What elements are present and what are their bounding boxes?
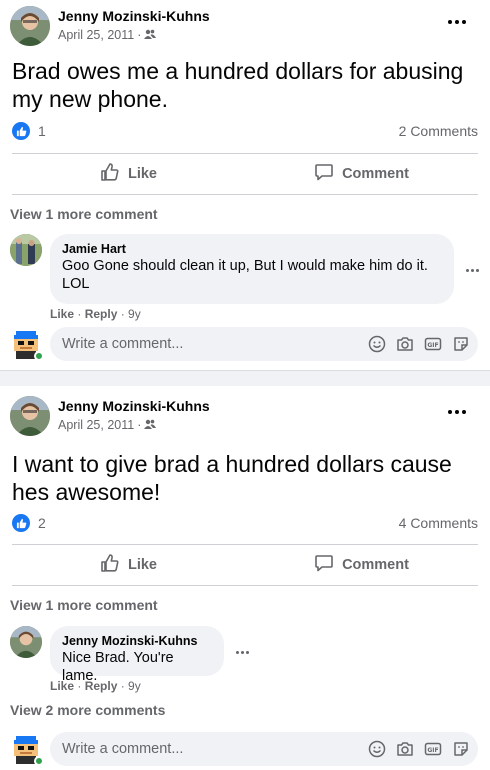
like-button-label: Like <box>127 166 157 182</box>
comments-count-link[interactable]: 2 Comments <box>399 123 478 139</box>
author-avatar[interactable] <box>10 396 50 436</box>
post-1: Jenny Mozinski-Kuhns April 25, 2011 · Br… <box>0 0 490 370</box>
comment-reply-link[interactable]: Reply <box>85 307 118 321</box>
commenter-avatar[interactable] <box>10 626 42 658</box>
post-header: Jenny Mozinski-Kuhns April 25, 2011 · <box>10 396 480 438</box>
write-comment-placeholder: Write a comment... <box>62 741 184 757</box>
post-action-bar: Like Comment <box>12 544 478 586</box>
camera-icon[interactable] <box>394 333 416 355</box>
post-text: I want to give brad a hundred dollars ca… <box>12 451 452 505</box>
post-options-button[interactable] <box>442 12 472 32</box>
like-reaction-icon[interactable] <box>12 514 30 532</box>
like-count[interactable]: 1 <box>38 123 46 139</box>
post-header: Jenny Mozinski-Kuhns April 25, 2011 · <box>10 6 480 48</box>
meta-separator: · <box>137 418 142 432</box>
comment-actions: Like · Reply · 9y <box>50 679 141 693</box>
author-name[interactable]: Jenny Mozinski-Kuhns <box>58 398 210 414</box>
comment-button-label: Comment <box>342 166 409 182</box>
comment-composer: Write a comment... GIF <box>10 732 480 768</box>
comment-icon <box>314 553 334 577</box>
post-options-button[interactable] <box>442 402 472 422</box>
friends-icon[interactable] <box>144 418 157 432</box>
view-more-comments[interactable]: View 1 more comment <box>10 206 158 222</box>
separator: · <box>74 307 85 321</box>
like-reaction-icon[interactable] <box>12 122 30 140</box>
post-2: Jenny Mozinski-Kuhns April 25, 2011 · I … <box>0 386 490 770</box>
comment-button[interactable]: Comment <box>245 154 478 194</box>
comment-like-link[interactable]: Like <box>50 307 74 321</box>
composer-icons: GIF <box>366 738 472 760</box>
like-button[interactable]: Like <box>12 545 245 585</box>
gif-icon[interactable]: GIF <box>422 333 444 355</box>
comment-age[interactable]: 9y <box>128 307 141 321</box>
thumbs-up-icon <box>100 553 120 577</box>
post-date[interactable]: April 25, 2011 <box>58 418 134 432</box>
comment-like-link[interactable]: Like <box>50 679 74 693</box>
post-meta: April 25, 2011 · <box>58 28 157 42</box>
write-comment-placeholder: Write a comment... <box>62 336 184 352</box>
post-date[interactable]: April 25, 2011 <box>58 28 134 42</box>
separator: · <box>117 307 129 321</box>
post-action-bar: Like Comment <box>12 153 478 195</box>
comment-options-button[interactable] <box>228 644 256 660</box>
author-avatar[interactable] <box>10 6 50 46</box>
comment-reply-link[interactable]: Reply <box>85 679 118 693</box>
comment-icon <box>314 162 334 186</box>
gif-icon[interactable]: GIF <box>422 738 444 760</box>
separator: · <box>117 679 129 693</box>
post-stats: 2 4 Comments <box>12 514 478 534</box>
like-count[interactable]: 2 <box>38 515 46 531</box>
write-comment-input[interactable]: Write a comment... GIF <box>50 732 478 766</box>
view-more-comments-after[interactable]: View 2 more comments <box>10 702 165 718</box>
online-status-dot <box>34 351 44 361</box>
commenter-name[interactable]: Jenny Mozinski-Kuhns <box>62 634 212 648</box>
comment-text: Goo Gone should clean it up, But I would… <box>62 258 428 292</box>
composer-icons: GIF <box>366 333 472 355</box>
comment-options-button[interactable] <box>458 262 486 278</box>
write-comment-input[interactable]: Write a comment... GIF <box>50 327 478 361</box>
emoji-icon[interactable] <box>366 738 388 760</box>
post-meta: April 25, 2011 · <box>58 418 157 432</box>
emoji-icon[interactable] <box>366 333 388 355</box>
post-separator <box>0 370 490 386</box>
sticker-icon[interactable] <box>450 333 472 355</box>
comment-bubble: Jenny Mozinski-Kuhns Nice Brad. You're l… <box>50 626 224 684</box>
author-name[interactable]: Jenny Mozinski-Kuhns <box>58 8 210 24</box>
post-text: Brad owes me a hundred dollars for abusi… <box>12 58 464 112</box>
comment-bubble: Jamie Hart Goo Gone should clean it up, … <box>50 234 454 304</box>
svg-text:GIF: GIF <box>427 747 438 754</box>
thumbs-up-icon <box>100 162 120 186</box>
comment-button-label: Comment <box>342 557 409 573</box>
online-status-dot <box>34 756 44 766</box>
like-button-label: Like <box>127 557 157 573</box>
separator: · <box>74 679 85 693</box>
like-button[interactable]: Like <box>12 154 245 194</box>
sticker-icon[interactable] <box>450 738 472 760</box>
comment-actions: Like · Reply · 9y <box>50 307 141 321</box>
post-stats: 1 2 Comments <box>12 122 478 142</box>
commenter-name[interactable]: Jamie Hart <box>62 242 442 256</box>
camera-icon[interactable] <box>394 738 416 760</box>
comment-composer: Write a comment... GIF <box>10 327 480 363</box>
comment-button[interactable]: Comment <box>245 545 478 585</box>
friends-icon[interactable] <box>144 28 157 42</box>
view-more-comments[interactable]: View 1 more comment <box>10 597 158 613</box>
svg-text:GIF: GIF <box>427 342 438 349</box>
commenter-avatar[interactable] <box>10 234 42 266</box>
meta-separator: · <box>137 28 142 42</box>
comment-age[interactable]: 9y <box>128 679 141 693</box>
comments-count-link[interactable]: 4 Comments <box>399 515 478 531</box>
